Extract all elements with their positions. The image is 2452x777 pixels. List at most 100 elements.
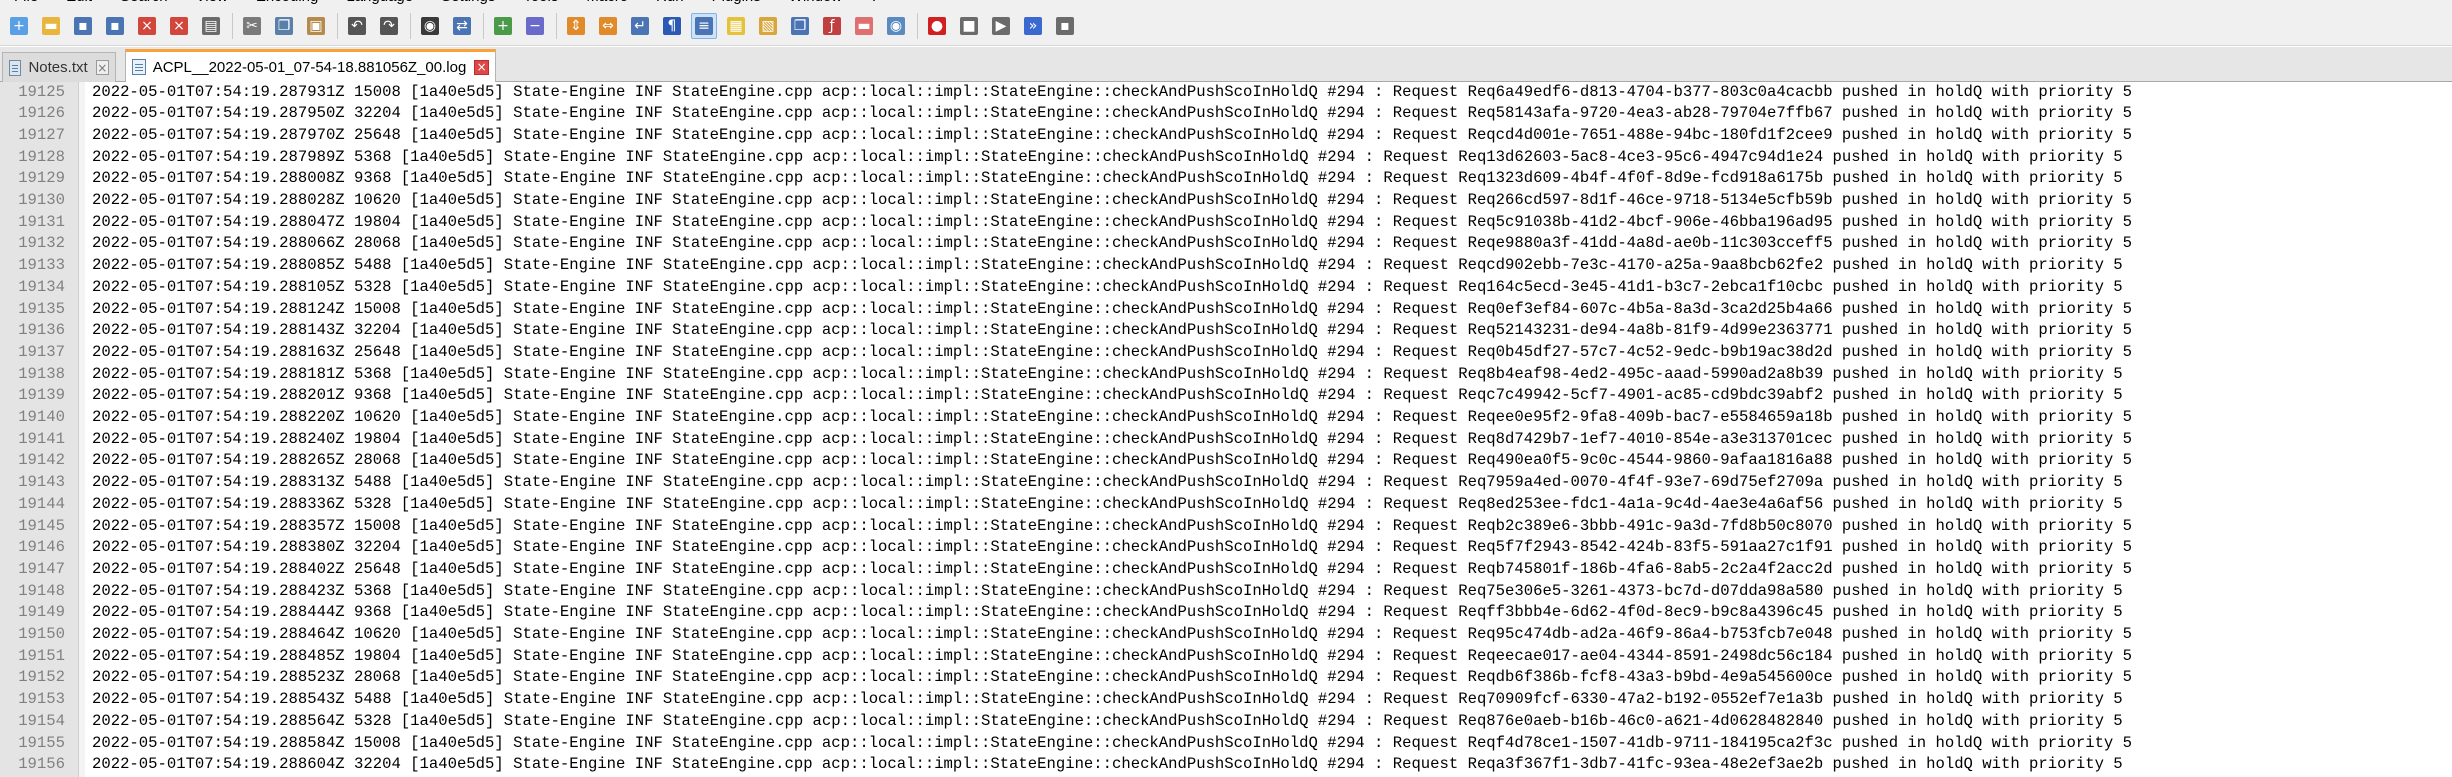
editor-line[interactable]: 19128 2022-05-01T07:54:19.287989Z 5368 [1… <box>0 147 2452 169</box>
editor-line[interactable]: 19137 2022-05-01T07:54:19.288163Z 25648 [… <box>0 342 2452 364</box>
editor-line[interactable]: 19143 2022-05-01T07:54:19.288313Z 5488 [1… <box>0 472 2452 494</box>
playback-button[interactable]: ▶ <box>988 13 1014 39</box>
close-tab-icon[interactable]: × <box>474 59 489 75</box>
line-text: 2022-05-01T07:54:19.288444Z 9368 [1a40e5… <box>92 603 2123 622</box>
line-number: 19138 <box>18 364 65 383</box>
line-text: 2022-05-01T07:54:19.288124Z 15008 [1a40e… <box>92 299 2132 318</box>
show-all-chars-button[interactable]: ¶ <box>659 13 685 39</box>
toolbar: + ▬ ▪ ▪ × × ▤ ✂ ❐ ▣ ↶ ↷ ◉ ⇄ + − ⇕ ⇔ ↵ ¶ ≡ ▦ ▧ ❐ ƒ ▬ ◉ ● ■ ▶» ▪ <box>0 6 2452 46</box>
editor-line[interactable]: 19147 2022-05-01T07:54:19.288402Z 25648 [… <box>0 559 2452 581</box>
indent-guide-icon: ≡ <box>695 16 713 35</box>
editor-line[interactable]: 19131 2022-05-01T07:54:19.288047Z 19804 [… <box>0 212 2452 234</box>
open-file-button[interactable]: ▬ <box>38 13 64 39</box>
editor-line[interactable]: 19142 2022-05-01T07:54:19.288265Z 28068 [… <box>0 450 2452 472</box>
editor-line[interactable]: 19153 2022-05-01T07:54:19.288543Z 5488 [1… <box>0 689 2452 711</box>
line-number: 19140 <box>18 408 65 426</box>
binoculars-icon: ◉ <box>421 16 439 35</box>
editor-line[interactable]: 19126 2022-05-01T07:54:19.287950Z 32204 [… <box>0 103 2452 125</box>
close-all-button[interactable]: × <box>166 13 192 39</box>
editor-line[interactable]: 19127 2022-05-01T07:54:19.287970Z 25648 [… <box>0 125 2452 147</box>
document-map-button[interactable]: ▧ <box>755 13 781 39</box>
editor-line[interactable]: 19156 2022-05-01T07:54:19.288604Z 32204 [… <box>0 754 2452 776</box>
new-file-icon: + <box>10 16 28 35</box>
cut-button[interactable]: ✂ <box>239 13 265 39</box>
editor-line[interactable]: 19146 2022-05-01T07:54:19.288380Z 32204 [… <box>0 537 2452 559</box>
editor-line[interactable]: 19144 2022-05-01T07:54:19.288336Z 5328 [1… <box>0 494 2452 516</box>
undo-button[interactable]: ↶ <box>344 13 370 39</box>
editor-line[interactable]: 19149 2022-05-01T07:54:19.288444Z 9368 [1… <box>0 602 2452 624</box>
save-all-icon: ▪ <box>106 16 124 35</box>
tab-notes[interactable]: Notes.txt × <box>2 52 116 82</box>
line-number: 19132 <box>18 234 65 253</box>
tab-label: Notes.txt <box>28 59 88 76</box>
editor-line[interactable]: 19132 2022-05-01T07:54:19.288066Z 28068 [… <box>0 233 2452 255</box>
editor-line[interactable]: 19140 2022-05-01T07:54:19.288220Z 10620 [… <box>0 407 2452 429</box>
line-number: 19135 <box>18 299 65 318</box>
editor-line[interactable]: 19150 2022-05-01T07:54:19.288464Z 10620 [… <box>0 624 2452 646</box>
log-file-icon <box>132 59 146 75</box>
toolbar-separator <box>917 12 918 39</box>
function-list-button[interactable]: ƒ <box>819 13 845 39</box>
editor-line[interactable]: 19129 2022-05-01T07:54:19.288008Z 9368 [1… <box>0 168 2452 190</box>
editor-line[interactable]: 19154 2022-05-01T07:54:19.288564Z 5328 [1… <box>0 711 2452 733</box>
record-macro-button[interactable]: ● <box>924 13 950 39</box>
line-text: 2022-05-01T07:54:19.288105Z 5328 [1a40e5… <box>92 277 2123 296</box>
editor-line[interactable]: 19133 2022-05-01T07:54:19.288085Z 5488 [1… <box>0 255 2452 277</box>
monitoring-button[interactable]: ◉ <box>883 13 909 39</box>
editor-line[interactable]: 19138 2022-05-01T07:54:19.288181Z 5368 [1… <box>0 364 2452 386</box>
paste-button[interactable]: ▣ <box>303 13 329 39</box>
line-number: 19137 <box>18 342 65 361</box>
copy-button[interactable]: ❐ <box>271 13 297 39</box>
zoom-in-button[interactable]: + <box>490 13 516 39</box>
editor-line[interactable]: 19130 2022-05-01T07:54:19.288028Z 10620 [… <box>0 190 2452 212</box>
editor-line[interactable]: 19136 2022-05-01T07:54:19.288143Z 32204 [… <box>0 320 2452 342</box>
editor-line[interactable]: 19135 2022-05-01T07:54:19.288124Z 15008 [… <box>0 299 2452 321</box>
redo-button[interactable]: ↷ <box>376 13 402 39</box>
toolbar-separator <box>337 12 338 39</box>
run-multiple-button[interactable]: » <box>1020 13 1046 39</box>
editor-line[interactable]: 19134 2022-05-01T07:54:19.288105Z 5328 [1… <box>0 277 2452 299</box>
line-number: 19152 <box>18 668 65 687</box>
user-language-button[interactable]: ▦ <box>723 13 749 39</box>
line-number: 19125 <box>18 82 65 101</box>
line-text: 2022-05-01T07:54:19.288066Z 28068 [1a40e… <box>92 234 2132 253</box>
editor-text-area[interactable]: 19125 2022-05-01T07:54:19.287931Z 15008 [… <box>0 82 2452 777</box>
zoom-out-button[interactable]: − <box>522 13 548 39</box>
close-all-icon: × <box>170 16 188 35</box>
sync-vertical-button[interactable]: ⇕ <box>563 13 589 39</box>
save-button[interactable]: ▪ <box>70 13 96 39</box>
save-macro-button[interactable]: ▪ <box>1052 13 1078 39</box>
stop-recording-button[interactable]: ■ <box>956 13 982 39</box>
editor-line[interactable]: 19139 2022-05-01T07:54:19.288201Z 9368 [1… <box>0 385 2452 407</box>
editor-line[interactable]: 19151 2022-05-01T07:54:19.288485Z 19804 [… <box>0 646 2452 668</box>
folder-workspace-button[interactable]: ▬ <box>851 13 877 39</box>
new-file-button[interactable]: + <box>6 13 32 39</box>
close-tab-icon[interactable]: × <box>95 60 109 75</box>
editor-line[interactable]: 19148 2022-05-01T07:54:19.288423Z 5368 [1… <box>0 581 2452 603</box>
replace-icon: ⇄ <box>453 16 471 35</box>
editor-line[interactable]: 19152 2022-05-01T07:54:19.288523Z 28068 [… <box>0 667 2452 689</box>
editor-line[interactable]: 19141 2022-05-01T07:54:19.288240Z 19804 [… <box>0 429 2452 451</box>
indent-guide-button[interactable]: ≡ <box>691 12 717 39</box>
editor-line[interactable]: 19155 2022-05-01T07:54:19.288584Z 15008 [… <box>0 733 2452 755</box>
tab-acpl-log[interactable]: ACPL__2022-05-01_07-54-18.881056Z_00.log… <box>125 49 496 82</box>
line-number: 19134 <box>18 277 65 296</box>
save-all-button[interactable]: ▪ <box>102 13 128 39</box>
close-button[interactable]: × <box>134 13 160 39</box>
line-text: 2022-05-01T07:54:19.288181Z 5368 [1a40e5… <box>92 364 2123 383</box>
line-text: 2022-05-01T07:54:19.288240Z 19804 [1a40e… <box>92 429 2132 448</box>
toolbar-separator <box>556 12 557 39</box>
print-button[interactable]: ▤ <box>198 13 224 39</box>
sync-horizontal-button[interactable]: ⇔ <box>595 13 621 39</box>
play-icon: ▶ <box>992 16 1010 35</box>
word-wrap-button[interactable]: ↵ <box>627 13 653 39</box>
document-list-button[interactable]: ❐ <box>787 13 813 39</box>
line-text: 2022-05-01T07:54:19.288464Z 10620 [1a40e… <box>92 625 2132 643</box>
replace-button[interactable]: ⇄ <box>449 13 475 39</box>
find-button[interactable]: ◉ <box>417 13 443 39</box>
editor-line[interactable]: 19145 2022-05-01T07:54:19.288357Z 15008 [… <box>0 516 2452 538</box>
editor-line[interactable]: 19125 2022-05-01T07:54:19.287931Z 15008 [… <box>0 82 2452 103</box>
line-number: 19141 <box>18 429 65 448</box>
text-file-icon <box>9 59 22 76</box>
line-number: 19154 <box>18 711 65 730</box>
